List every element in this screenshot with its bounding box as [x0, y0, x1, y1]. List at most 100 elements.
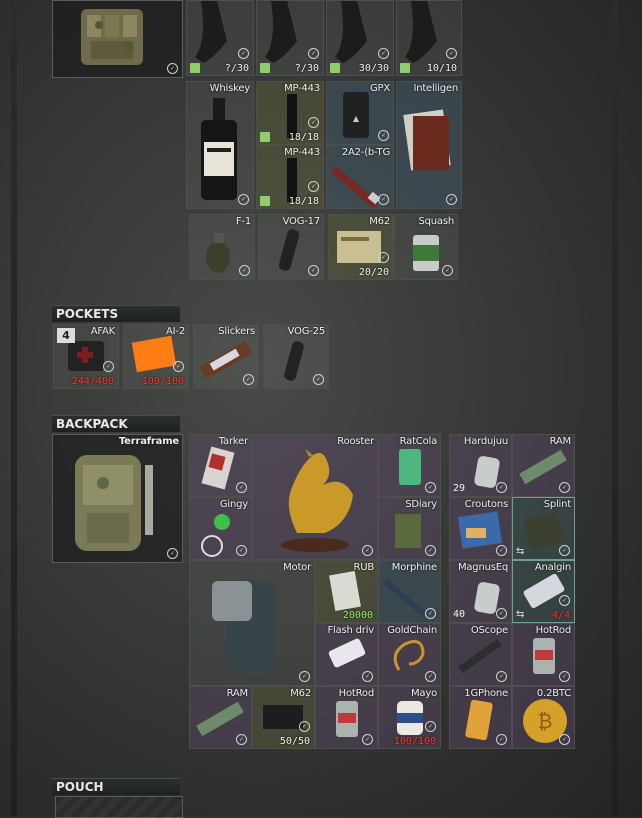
status-check-icon: ✓	[362, 734, 373, 745]
item-name: Splint	[543, 499, 572, 510]
status-check-icon: ✓	[425, 545, 436, 556]
item-name: MP-443	[284, 147, 320, 158]
bp-mayo[interactable]: Mayo ✓ 100/100	[378, 686, 441, 749]
bp-gingy[interactable]: Gingy ✓	[189, 497, 252, 560]
durability-count: 244/400	[71, 376, 114, 387]
item-name: 1GPhone	[464, 688, 508, 699]
item-name: Morphine	[391, 562, 437, 573]
bp-bitcoin[interactable]: 0.2BTC ₿ ✓	[512, 686, 575, 749]
tag-icon	[260, 196, 270, 206]
item-vog17[interactable]: VOG-17 ✓	[258, 214, 324, 280]
item-name: Motor	[283, 562, 311, 573]
tag-icon	[260, 132, 270, 142]
item-gpx[interactable]: GPX ✓	[326, 81, 394, 145]
stack-count: 40	[453, 609, 466, 620]
bp-1gphone[interactable]: 1GPhone ✓	[449, 686, 512, 749]
rig-mag-2[interactable]: ✓ ?/30	[256, 0, 324, 76]
status-check-icon: ✓	[496, 545, 507, 556]
backpack-header: BACKPACK	[52, 415, 180, 432]
bp-ram-2[interactable]: RAM ✓	[512, 434, 575, 497]
status-check-icon: ✓	[425, 721, 436, 732]
bp-croutons[interactable]: Croutons ✓	[449, 497, 512, 560]
item-name: F-1	[235, 216, 251, 227]
svg-text:₿: ₿	[538, 709, 553, 733]
pocket-afak[interactable]: 4 AFAK ✓ 244/400	[53, 324, 119, 389]
item-mp443-mag-1[interactable]: MP-443 ✓ 18/18	[256, 81, 324, 145]
bp-magnuseq[interactable]: MagnusEq 40 ✓	[449, 560, 512, 623]
rig-slot[interactable]: ✓	[52, 0, 183, 78]
item-name: Analgin	[534, 562, 571, 573]
bp-tarker[interactable]: Tarker ✓	[189, 434, 252, 497]
pocket-vog25[interactable]: VOG-25 ✓	[263, 324, 329, 389]
status-check-icon: ✓	[308, 181, 319, 192]
item-whiskey[interactable]: Whiskey ✓	[186, 81, 254, 209]
item-name: Rooster	[337, 436, 374, 447]
bp-ratcola[interactable]: RatCola ✓	[378, 434, 441, 497]
stack-badge: 4	[57, 328, 75, 343]
pouch-header: POUCH	[52, 778, 180, 795]
rig-mag-3[interactable]: ✓ 30/30	[326, 0, 394, 76]
mag-count: ?/30	[294, 63, 319, 74]
item-mp443-mag-2[interactable]: MP-443 ✓ 18/18	[256, 145, 324, 209]
bp-hardujuu[interactable]: Hardujuu 29 ✓	[449, 434, 512, 497]
item-name: RatCola	[399, 436, 438, 447]
rig-mag-4[interactable]: ✓ 10/10	[396, 0, 462, 76]
item-f1-grenade[interactable]: F-1 ✓	[189, 214, 255, 280]
bp-sdiary[interactable]: SDiary ✓	[378, 497, 441, 560]
backpack-name: Terraframe	[118, 436, 179, 447]
scrollbar[interactable]	[612, 0, 618, 816]
status-check-icon: ✓	[378, 194, 389, 205]
bp-ram[interactable]: RAM ✓	[189, 686, 252, 749]
item-name: RAM	[226, 688, 249, 699]
item-squash[interactable]: Squash ✓	[394, 214, 458, 280]
item-name: 2A2-(b-TG	[341, 147, 390, 158]
bp-splint[interactable]: Splint ⇆ ✓	[512, 497, 575, 560]
tag-icon	[400, 63, 410, 73]
backpack-slot[interactable]: Terraframe ✓	[52, 434, 183, 563]
item-name: Slickers	[218, 326, 255, 337]
status-check-icon: ✓	[308, 117, 319, 128]
item-name: MP-443	[284, 83, 320, 94]
bp-analgin[interactable]: Analgin ⇆ ✓ 4/4	[512, 560, 575, 623]
status-check-icon: ✓	[167, 548, 178, 559]
bp-hotrod-2[interactable]: HotRod ✓	[512, 623, 575, 686]
item-intelligence[interactable]: Intelligen ✓	[396, 81, 462, 209]
rig-mag-1[interactable]: ✓ ?/30	[186, 0, 254, 76]
status-check-icon: ✓	[425, 671, 436, 682]
bp-hotrod[interactable]: HotRod ✓	[315, 686, 378, 749]
item-2a2-btg[interactable]: 2A2-(b-TG ✓	[326, 145, 394, 209]
electric-motor-icon	[212, 581, 276, 671]
tactical-rig-icon	[81, 9, 143, 65]
status-check-icon: ✓	[378, 252, 389, 263]
bp-oscope[interactable]: OScope ✓	[449, 623, 512, 686]
bp-rooster[interactable]: Rooster ✓	[252, 434, 378, 560]
tag-icon	[260, 63, 270, 73]
mag-count: 18/18	[288, 132, 319, 143]
left-scroll-rail	[11, 0, 17, 816]
status-check-icon: ✓	[496, 482, 507, 493]
bp-rub[interactable]: RUB 20000	[315, 560, 378, 623]
status-check-icon: ✓	[496, 608, 507, 619]
tag-icon	[190, 63, 200, 73]
pocket-ai2[interactable]: AI-2 ✓ 100/100	[123, 324, 189, 389]
intelligence-folder-icon	[403, 109, 451, 171]
status-check-icon: ✓	[299, 721, 310, 732]
status-check-icon: ✓	[173, 361, 184, 372]
status-check-icon: ✓	[496, 671, 507, 682]
backpack-icon	[75, 455, 153, 551]
bp-m62-ammo[interactable]: M62 ✓ 50/50	[252, 686, 315, 749]
status-check-icon: ✓	[299, 671, 310, 682]
bp-goldchain[interactable]: GoldChain ✓	[378, 623, 441, 686]
item-name: Squash	[418, 216, 454, 227]
rooster-statue-icon	[281, 449, 353, 552]
bp-flash-drive[interactable]: Flash driv ✓	[315, 623, 378, 686]
item-name: HotRod	[535, 625, 572, 636]
item-name: AFAK	[90, 326, 115, 337]
bp-motor[interactable]: Motor ✓	[189, 560, 315, 686]
pouch-slot[interactable]	[55, 796, 183, 818]
item-name: AI-2	[166, 326, 185, 337]
pocket-slickers[interactable]: Slickers ✓	[193, 324, 259, 389]
bp-morphine[interactable]: Morphine ✓	[378, 560, 441, 623]
item-m62-ammo[interactable]: M62 ✓ 20/20	[328, 214, 394, 280]
rotated-icon: ⇆	[516, 609, 525, 620]
